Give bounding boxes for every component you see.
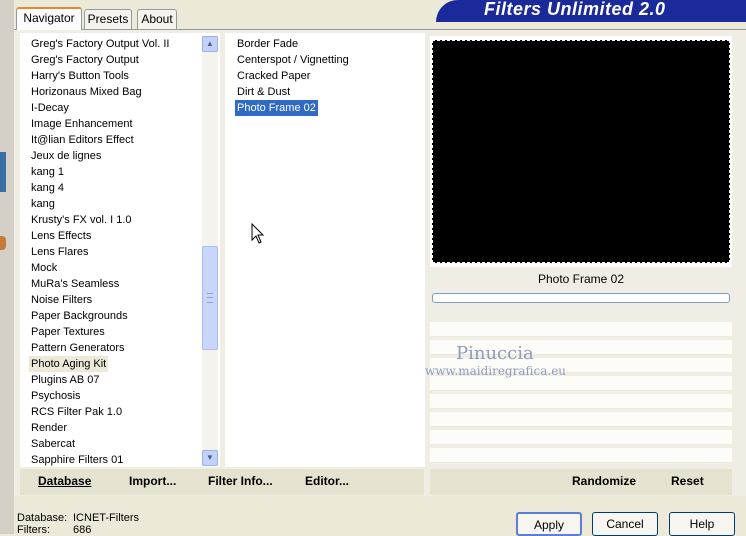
status-value: 686 [73,524,92,536]
list-item[interactable]: Mock [29,260,59,276]
preview-toolbar: Randomize Reset [430,469,732,495]
category-scrollbar[interactable]: ▲ ▼ [202,36,218,466]
list-item[interactable]: Paper Backgrounds [29,308,130,324]
app-title: Filters Unlimited 2.0 [484,0,666,19]
filter-list[interactable]: Border Fade Centerspot / Vignetting Crac… [225,33,425,467]
status-value: ICNET-Filters [73,512,139,524]
filter-info-button[interactable]: Filter Info... [208,474,273,488]
parameter-row [430,376,732,391]
list-item[interactable]: Sabercat [29,436,77,452]
status-label: Filters: [17,524,50,536]
scroll-down-icon[interactable]: ▼ [202,450,218,466]
parameter-row [430,430,732,445]
list-toolbar: Database Import... Filter Info... Editor… [20,469,424,495]
import-button[interactable]: Import... [129,474,176,488]
list-item[interactable]: Harry's Button Tools [29,68,131,84]
reset-button[interactable]: Reset [671,474,704,488]
list-item[interactable]: Pattern Generators [29,340,127,356]
parameter-row [430,394,732,409]
list-item[interactable]: kang 1 [29,164,66,180]
progress-bar [432,293,730,303]
randomize-button[interactable]: Randomize [572,474,636,488]
parameter-row [430,412,732,427]
cancel-button[interactable]: Cancel [592,512,658,536]
editor-button[interactable]: Editor... [305,474,349,488]
list-item[interactable]: It@lian Editors Effect [29,132,136,148]
list-item[interactable]: Sapphire Filters 01 [29,452,125,467]
list-item[interactable]: Jeux de lignes [29,148,103,164]
scroll-up-icon[interactable]: ▲ [202,36,218,52]
watermark-name: Pinuccia [456,343,534,364]
background-window-icon [0,236,6,250]
tab-navigator[interactable]: Navigator [16,7,82,30]
tab-presets[interactable]: Presets [84,9,132,29]
list-item[interactable]: Psychosis [29,388,83,404]
list-item[interactable]: Greg's Factory Output [29,52,141,68]
list-item-selected[interactable]: Photo Frame 02 [235,100,318,116]
scroll-thumb[interactable] [202,246,218,350]
title-banner: Filters Unlimited 2.0 [436,0,746,22]
status-database: Database: ICNET-Filters [17,512,139,524]
list-item-selected[interactable]: Photo Aging Kit [29,356,109,372]
database-button[interactable]: Database [38,474,91,488]
list-item[interactable]: Border Fade [235,36,300,52]
list-item[interactable]: RCS Filter Pak 1.0 [29,404,124,420]
list-item[interactable]: Render [29,420,69,436]
list-item[interactable]: Plugins AB 07 [29,372,102,388]
list-item[interactable]: kang [29,196,57,212]
list-item[interactable]: Krusty's FX vol. I 1.0 [29,212,134,228]
list-item[interactable]: Image Enhancement [29,116,135,132]
grip-icon [207,293,213,303]
status-label: Database: [17,512,68,524]
preview-area [430,36,732,267]
preview-image [432,40,730,263]
list-item[interactable]: Greg's Factory Output Vol. II [29,36,171,52]
category-list[interactable]: Greg's Factory Output Vol. II Greg's Fac… [20,33,220,467]
list-item[interactable]: Horizonaus Mixed Bag [29,84,144,100]
parameter-row [430,322,732,337]
background-window-strip [0,152,6,192]
watermark-url: www.maidiregrafica.eu [425,364,567,378]
parameter-row [430,448,732,463]
list-item[interactable]: Lens Flares [29,244,90,260]
tab-about[interactable]: About [137,9,177,29]
background-window-edge [0,0,14,534]
mouse-cursor-icon [251,223,265,244]
list-item[interactable]: Paper Textures [29,324,107,340]
list-item[interactable]: Cracked Paper [235,68,312,84]
apply-button[interactable]: Apply [516,512,582,536]
list-item[interactable]: MuRa's Seamless [29,276,121,292]
list-item[interactable]: Noise Filters [29,292,94,308]
list-item[interactable]: Lens Effects [29,228,93,244]
preview-filter-name: Photo Frame 02 [537,272,625,286]
list-item[interactable]: Dirt & Dust [235,84,292,100]
list-item[interactable]: I-Decay [29,100,71,116]
status-filters: Filters: 686 [17,524,91,536]
list-item[interactable]: kang 4 [29,180,66,196]
help-button[interactable]: Help [669,512,735,536]
list-item[interactable]: Centerspot / Vignetting [235,52,351,68]
